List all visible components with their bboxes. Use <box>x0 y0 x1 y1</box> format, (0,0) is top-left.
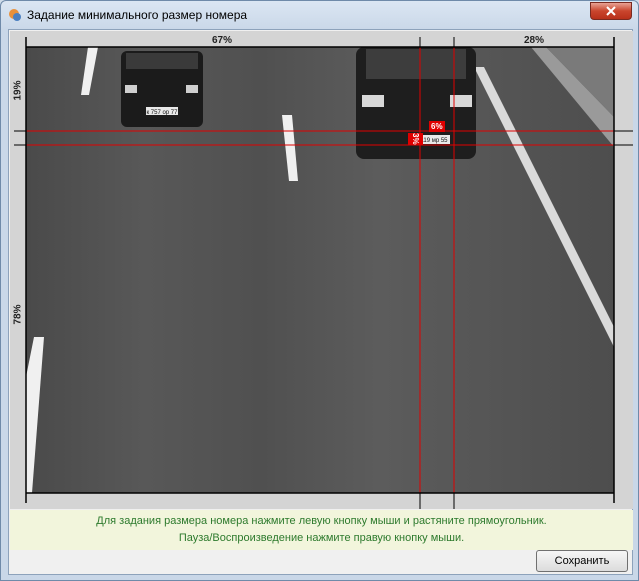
ruler-left-top-percent: 19% <box>12 80 24 101</box>
selection-height-badge: 3% <box>408 133 423 145</box>
hint-panel: Для задания размера номера нажмите левую… <box>10 510 633 550</box>
video-scene: к 757 ор 77 119 мр 55 <box>26 47 614 493</box>
window-title: Задание минимального размер номера <box>27 8 248 22</box>
save-button[interactable]: Сохранить <box>536 550 628 572</box>
ruler-left: 19% 78% <box>12 47 26 493</box>
dialog-client-area: 67% 28% 19% 78% к 757 ор 77 119 мр 55 6%… <box>8 29 633 575</box>
close-button[interactable] <box>590 2 632 20</box>
video-viewport: 67% 28% 19% 78% к 757 ор 77 119 мр 55 6%… <box>10 31 633 509</box>
dialog-window: Задание минимального размер номера 67% 2… <box>0 0 639 581</box>
left-car: к 757 ор 77 <box>121 51 203 127</box>
close-icon <box>606 6 616 16</box>
ruler-top: 67% 28% <box>26 35 614 47</box>
selection-width-badge: 6% <box>429 121 445 132</box>
video-frame[interactable]: к 757 ор 77 119 мр 55 6% 3% <box>26 47 614 493</box>
title-bar[interactable]: Задание минимального размер номера <box>1 1 638 29</box>
ruler-top-left-percent: 67% <box>212 35 233 46</box>
hint-line-1: Для задания размера номера нажмите левую… <box>96 515 547 527</box>
ruler-left-bottom-percent: 78% <box>12 304 24 325</box>
right-car-plate: 119 мр 55 <box>420 138 448 144</box>
hint-line-2: Пауза/Воспроизведение нажмите правую кно… <box>178 532 465 544</box>
ruler-top-right-percent: 28% <box>524 35 545 46</box>
app-icon <box>9 9 21 21</box>
left-car-plate: к 757 ор 77 <box>147 110 179 116</box>
